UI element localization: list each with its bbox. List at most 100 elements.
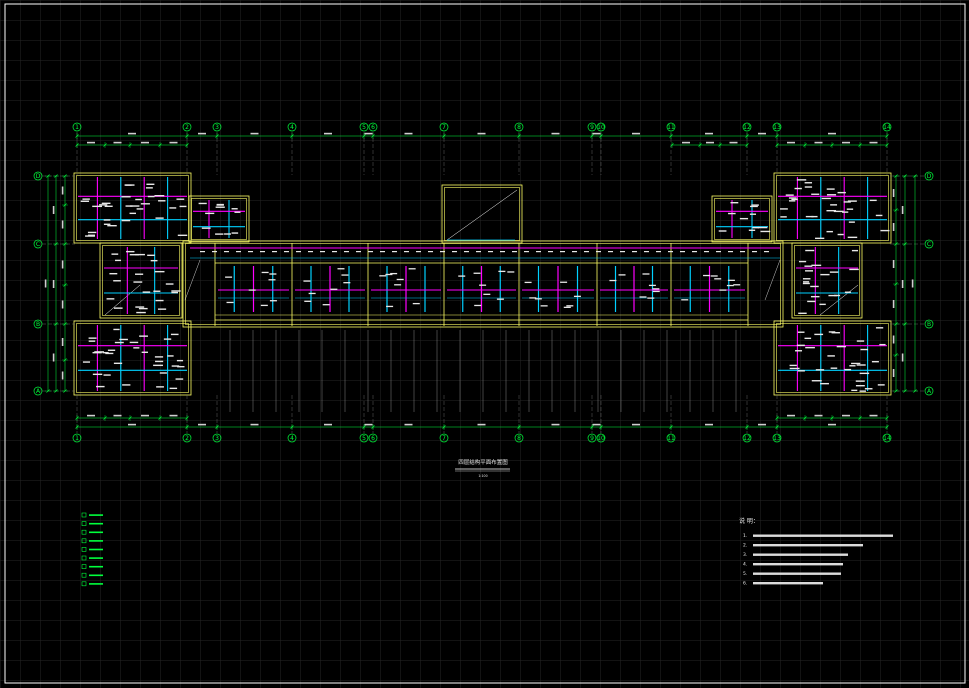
dimension-value bbox=[729, 141, 738, 144]
axis-label: 14 bbox=[883, 124, 891, 131]
dimension-value bbox=[87, 414, 95, 417]
beam-label bbox=[153, 290, 161, 292]
beam-label bbox=[215, 206, 225, 208]
beam-label bbox=[88, 337, 97, 339]
beam-label bbox=[827, 355, 835, 357]
axis-label: 8 bbox=[517, 124, 521, 131]
beam-label bbox=[563, 306, 571, 308]
beam-label bbox=[284, 251, 289, 253]
axis-label: 2 bbox=[185, 435, 189, 442]
beam-label bbox=[92, 373, 103, 376]
note-text bbox=[753, 544, 863, 547]
axis-label: 6 bbox=[371, 435, 375, 442]
beam-label bbox=[156, 386, 164, 388]
beam-label bbox=[837, 191, 846, 194]
beam-label bbox=[169, 387, 178, 390]
axis-label: 9 bbox=[590, 124, 594, 131]
beam-label bbox=[458, 275, 466, 277]
beam-label bbox=[107, 224, 117, 227]
beam-label bbox=[632, 251, 637, 253]
dimension-value bbox=[869, 414, 878, 417]
beam-label bbox=[113, 328, 120, 331]
beam-label bbox=[820, 382, 829, 385]
dimension-value bbox=[52, 280, 55, 288]
beam-label bbox=[308, 251, 313, 253]
beam-label bbox=[138, 307, 148, 310]
beam-label bbox=[864, 388, 873, 390]
axis-label: 11 bbox=[667, 124, 675, 131]
beam-label bbox=[830, 204, 838, 206]
dimension-value bbox=[592, 132, 601, 135]
beam-label bbox=[750, 205, 758, 208]
beam-label bbox=[198, 202, 207, 205]
beam-label bbox=[618, 274, 626, 276]
beam-label bbox=[804, 186, 813, 188]
beam-label bbox=[135, 198, 142, 201]
beam-label bbox=[500, 251, 505, 253]
dimension-value bbox=[814, 414, 823, 417]
axis-label: 4 bbox=[290, 435, 294, 442]
beam-label bbox=[476, 251, 481, 253]
beam-label bbox=[80, 200, 90, 202]
beam-label bbox=[155, 217, 164, 219]
beam-label bbox=[109, 272, 118, 275]
beam-label bbox=[805, 215, 814, 218]
beam-label bbox=[146, 183, 155, 185]
beam-label bbox=[829, 271, 839, 273]
beam-label bbox=[751, 204, 759, 206]
beam-label bbox=[147, 195, 155, 198]
beam-label bbox=[789, 367, 800, 370]
beam-label bbox=[836, 345, 846, 348]
note-line: 5. bbox=[743, 571, 747, 577]
beam-label bbox=[122, 384, 131, 386]
beam-label bbox=[757, 226, 768, 229]
beam-label bbox=[176, 359, 184, 362]
dimension-value bbox=[61, 186, 64, 195]
beam-label bbox=[483, 293, 491, 295]
dimension-value bbox=[632, 423, 640, 426]
beam-label bbox=[807, 300, 816, 303]
dimension-value bbox=[892, 300, 895, 308]
dimension-value bbox=[128, 423, 136, 426]
beam-label bbox=[215, 233, 224, 235]
beam-label bbox=[728, 212, 736, 215]
beam-label bbox=[170, 333, 179, 336]
beam-label bbox=[177, 234, 188, 237]
beam-label bbox=[877, 384, 885, 386]
beam-label bbox=[224, 251, 229, 253]
beam-label bbox=[795, 350, 803, 352]
beam-label bbox=[224, 233, 231, 235]
axis-label: 7 bbox=[442, 435, 446, 442]
beam-label bbox=[88, 340, 96, 342]
beam-label bbox=[121, 219, 131, 222]
dimension-value bbox=[324, 132, 332, 135]
beam-label bbox=[157, 308, 167, 310]
dimension-value bbox=[892, 335, 895, 344]
dimension-value bbox=[61, 260, 64, 269]
beam-label bbox=[507, 271, 515, 273]
beam-label bbox=[804, 265, 813, 267]
beam-label bbox=[308, 292, 316, 295]
dimension-value bbox=[324, 423, 332, 426]
beam-label bbox=[796, 179, 807, 181]
beam-label bbox=[104, 205, 113, 207]
note-text bbox=[753, 582, 823, 585]
legend-text bbox=[89, 574, 103, 577]
dimension-value bbox=[141, 141, 149, 144]
beam-label bbox=[859, 372, 870, 375]
beam-label bbox=[269, 300, 277, 302]
beam-label bbox=[236, 251, 241, 253]
dimension-value bbox=[364, 423, 373, 426]
beam-label bbox=[620, 251, 625, 253]
beam-label bbox=[88, 234, 95, 236]
beam-label bbox=[828, 331, 836, 333]
beam-label bbox=[452, 251, 457, 253]
legend-text bbox=[89, 531, 103, 534]
legend-text bbox=[89, 548, 103, 551]
beam-label bbox=[380, 251, 385, 253]
beam-label bbox=[496, 298, 504, 300]
dimension-value bbox=[901, 353, 904, 362]
beam-label bbox=[811, 380, 822, 382]
beam-label bbox=[560, 281, 568, 283]
beam-label bbox=[794, 187, 802, 190]
